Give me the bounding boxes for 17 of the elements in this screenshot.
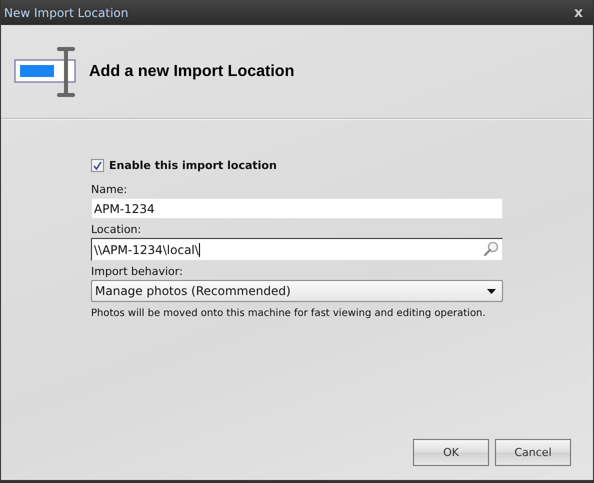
- help-text: Photos will be moved onto this machine for fast viewing and editing operation.: [91, 308, 487, 319]
- checkbox[interactable]: [91, 159, 104, 172]
- ok-button[interactable]: OK: [413, 439, 489, 466]
- field-label: Import behavior:: [91, 265, 184, 278]
- field-label: Name:: [91, 183, 128, 196]
- dropdown-arrow-icon: [487, 288, 496, 294]
- name-field[interactable]: APM-1234: [91, 198, 503, 219]
- cancel-button[interactable]: Cancel: [495, 439, 571, 466]
- window-title: New Import Location: [4, 6, 128, 20]
- location-field[interactable]: \\APM-1234\local\: [91, 238, 503, 261]
- checkbox-label: Enable this import location: [109, 159, 277, 172]
- field-label: Location:: [91, 223, 142, 236]
- import-behavior-dropdown[interactable]: Manage photos (Recommended): [91, 280, 503, 302]
- search-icon[interactable]: [483, 241, 499, 257]
- text-field-cursor-icon: [13, 46, 79, 98]
- close-button[interactable]: x: [570, 4, 587, 20]
- dialog-heading: Add a new Import Location: [89, 62, 294, 80]
